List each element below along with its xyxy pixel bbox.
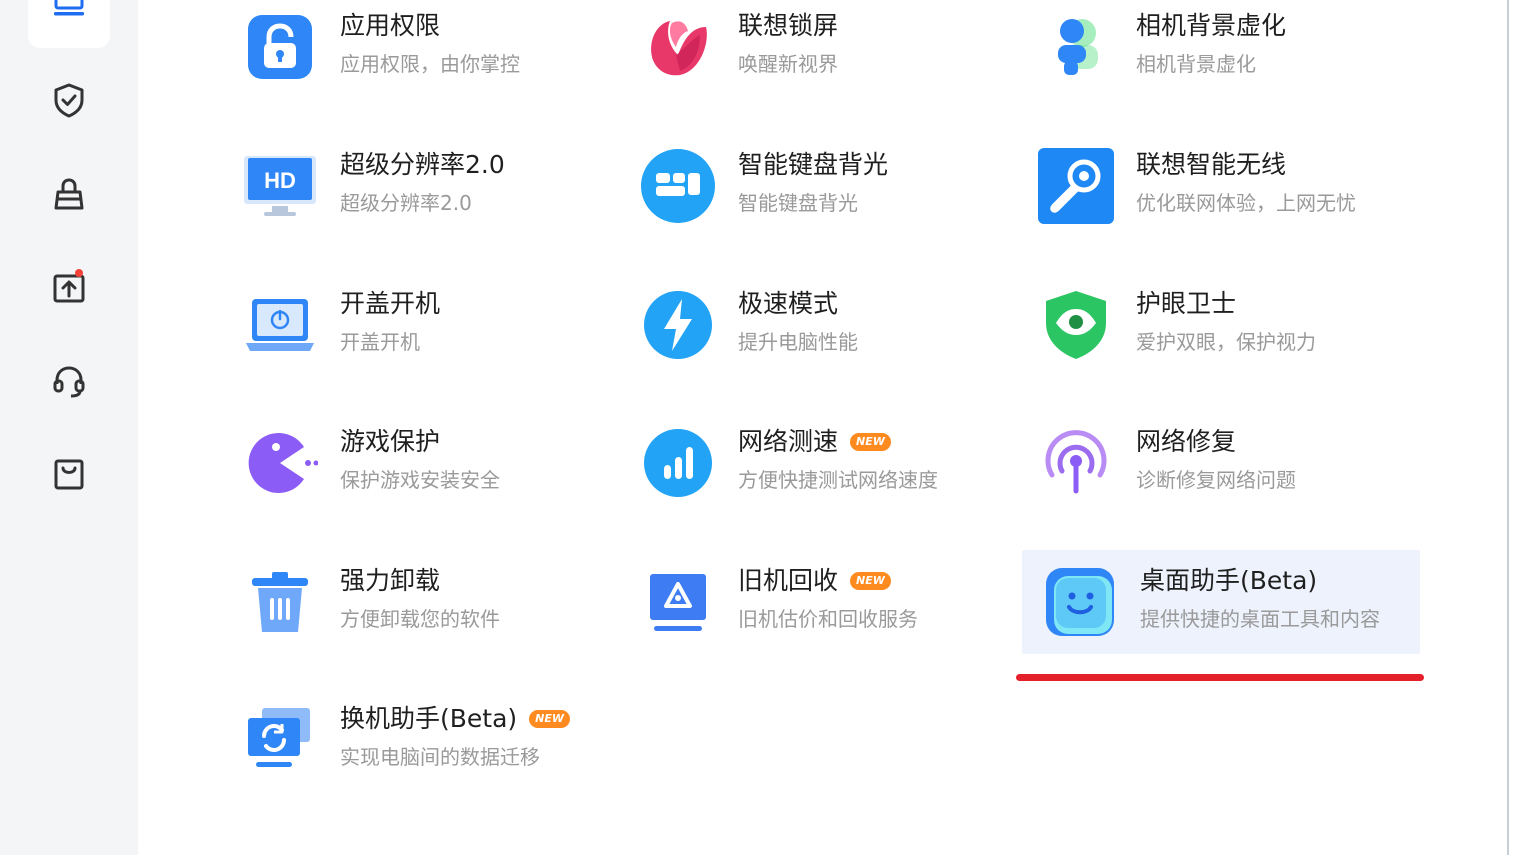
upload-notice-icon[interactable] (50, 268, 88, 306)
tile-desc: 提供快捷的桌面工具和内容 (1140, 607, 1380, 631)
tile-title: 应用权限 (340, 11, 441, 40)
tile-desc: 旧机估价和回收服务 (738, 607, 918, 631)
keyboard-icon (640, 148, 716, 224)
tile-title: 网络测速 NEW (738, 425, 891, 459)
tile-title: 联想智能无线 (1136, 150, 1287, 179)
tile-desc: 方便卸载您的软件 (340, 607, 500, 631)
tile-desc: 保护游戏安装安全 (340, 468, 500, 492)
tile-desc: 开盖开机 (340, 330, 420, 354)
trash-icon (242, 564, 318, 640)
annotation-underline (1016, 674, 1424, 681)
tile-desktop-assistant[interactable]: 桌面助手(Beta) 提供快捷的桌面工具和内容 (1022, 550, 1420, 654)
tile-desc: 应用权限，由你掌控 (340, 52, 520, 76)
tile-title: 超级分辨率2.0 (340, 150, 505, 179)
new-badge: NEW (850, 572, 891, 590)
signal-icon (1038, 425, 1114, 501)
bar-chart-icon (640, 425, 716, 501)
tile-title: 开盖开机 (340, 289, 441, 318)
tile-desc: 相机背景虚化 (1136, 52, 1256, 76)
new-badge: NEW (529, 710, 571, 728)
tile-title: 游戏保护 (340, 427, 441, 456)
tile-camera-bg-blur[interactable]: 相机背景虚化 相机背景虚化 (1018, 0, 1416, 99)
tile-lid-open-boot[interactable]: 开盖开机 开盖开机 (222, 273, 620, 377)
laptop-icon[interactable] (50, 0, 88, 22)
sync-monitor-icon (242, 702, 318, 778)
tile-desc: 方便快捷测试网络速度 (738, 468, 938, 492)
tile-smart-wireless[interactable]: 联想智能无线 优化联网体验，上网无忧 (1018, 134, 1416, 238)
tile-title: 相机背景虚化 (1136, 11, 1287, 40)
tile-speed-test[interactable]: 网络测速 NEW 方便快捷测试网络速度 (620, 411, 1018, 515)
tile-title: 换机助手(Beta) NEW (340, 702, 571, 736)
tile-desc: 实现电脑间的数据迁移 (340, 745, 540, 769)
tile-desc: 爱护双眼，保护视力 (1136, 330, 1316, 354)
headset-icon[interactable] (50, 362, 88, 400)
tile-desc: 诊断修复网络问题 (1136, 468, 1296, 492)
svg-text:HD: HD (264, 168, 296, 193)
laptop-power-icon (242, 287, 318, 363)
smile-face-icon (1042, 564, 1118, 640)
tile-migration[interactable]: 换机助手(Beta) NEW 实现电脑间的数据迁移 (222, 688, 620, 792)
lock-icon (242, 9, 318, 85)
tile-desc: 唤醒新视界 (738, 52, 838, 76)
shield-check-icon[interactable] (50, 81, 88, 119)
tile-app-permission[interactable]: 应用权限 应用权限，由你掌控 (222, 0, 620, 99)
recycle-icon (640, 564, 716, 640)
eye-shield-icon (1038, 287, 1114, 363)
tile-title: 强力卸载 (340, 566, 441, 595)
tile-desc: 智能键盘背光 (738, 191, 858, 215)
tile-force-uninstall[interactable]: 强力卸载 方便卸载您的软件 (222, 550, 620, 654)
tile-title: 护眼卫士 (1136, 289, 1237, 318)
tile-turbo-mode[interactable]: 极速模式 提升电脑性能 (620, 273, 1018, 377)
hd-monitor-icon: HD (242, 148, 318, 224)
shopping-bag-icon[interactable] (50, 455, 88, 493)
tile-super-resolution[interactable]: HD 超级分辨率2.0 超级分辨率2.0 (222, 134, 620, 238)
tile-keyboard-backlight[interactable]: 智能键盘背光 智能键盘背光 (620, 134, 1018, 238)
tile-recycle[interactable]: 旧机回收 NEW 旧机估价和回收服务 (620, 550, 1018, 654)
pacman-icon (242, 425, 318, 501)
wrench-icon (1038, 148, 1114, 224)
tile-network-repair[interactable]: 网络修复 诊断修复网络问题 (1018, 411, 1416, 515)
tile-title: 联想锁屏 (738, 11, 839, 40)
tile-eye-guard[interactable]: 护眼卫士 爱护双眼，保护视力 (1018, 273, 1416, 377)
tile-desc: 优化联网体验，上网无忧 (1136, 191, 1356, 215)
window-border (1507, 0, 1509, 855)
new-badge: NEW (850, 433, 891, 451)
sidebar (0, 0, 138, 855)
tile-title: 智能键盘背光 (738, 150, 889, 179)
tile-title: 网络修复 (1136, 427, 1237, 456)
tile-title: 极速模式 (738, 289, 839, 318)
tile-lenovo-lockscreen[interactable]: 联想锁屏 唤醒新视界 (620, 0, 1018, 99)
lockscreen-logo-icon (640, 9, 716, 85)
tile-title: 桌面助手(Beta) (1140, 566, 1318, 595)
tile-game-protect[interactable]: 游戏保护 保护游戏安装安全 (222, 411, 620, 515)
person-blur-icon (1038, 9, 1114, 85)
bag-icon[interactable] (50, 175, 88, 213)
tile-desc: 超级分辨率2.0 (340, 191, 472, 215)
tile-title: 旧机回收 NEW (738, 564, 891, 598)
lightning-icon (640, 287, 716, 363)
tile-desc: 提升电脑性能 (738, 330, 858, 354)
